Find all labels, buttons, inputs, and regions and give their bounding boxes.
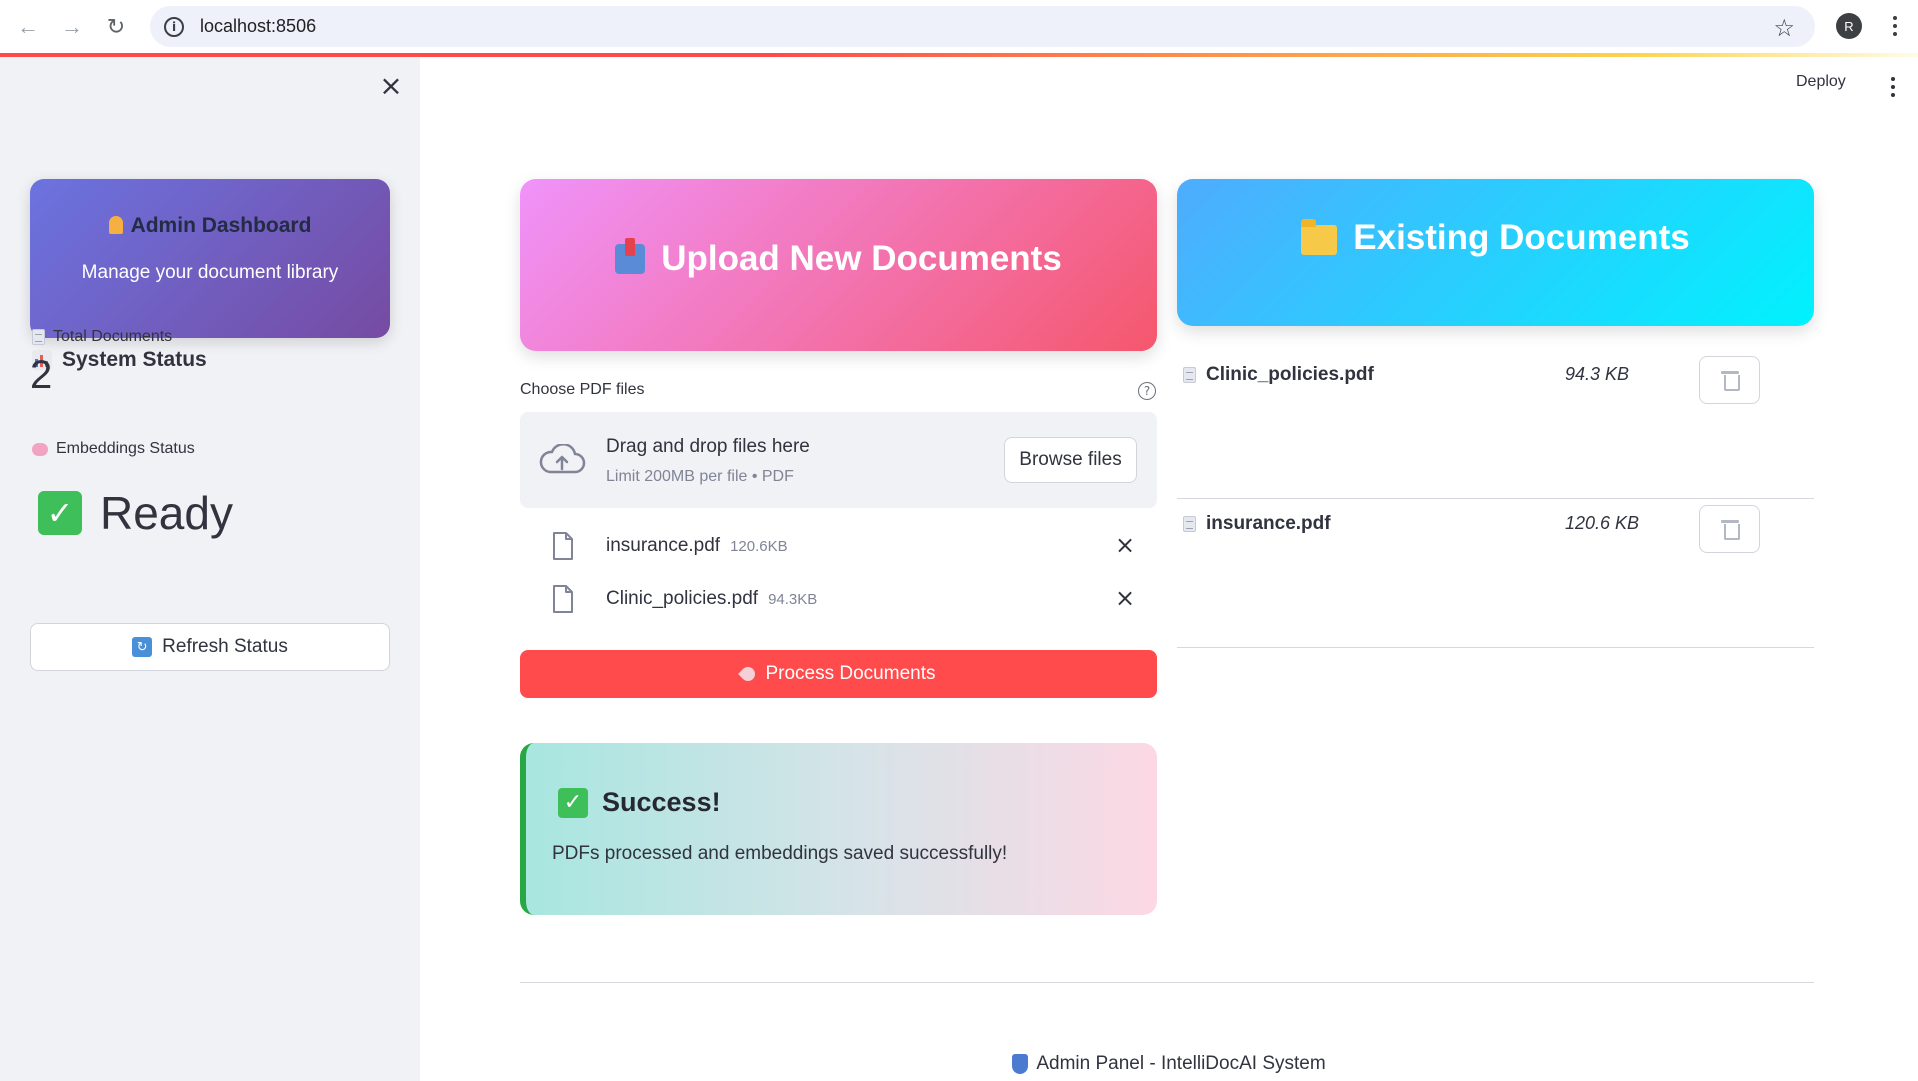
dropzone-limit: Limit 200MB per file • PDF	[606, 468, 794, 485]
file-name-text: insurance.pdf	[606, 535, 721, 556]
existing-documents-banner: Existing Documents	[1177, 179, 1814, 326]
upload-banner: Upload New Documents	[520, 179, 1157, 351]
existing-banner-title: Existing Documents	[1353, 217, 1690, 257]
footer: Admin Panel - IntelliDocAI System	[0, 1053, 1918, 1075]
remove-file-icon[interactable]: ×	[1112, 531, 1138, 559]
system-status-text: System Status	[62, 348, 207, 371]
embeddings-status-value: ✓ Ready	[38, 486, 233, 540]
file-dropzone[interactable]: Drag and drop files here Limit 200MB per…	[520, 412, 1157, 508]
document-icon	[1183, 367, 1196, 383]
document-icon	[32, 329, 45, 345]
embeddings-status-label: Embeddings Status	[32, 440, 195, 458]
uploaded-file-name: insurance.pdf 120.6KB	[606, 535, 788, 557]
delete-document-button[interactable]	[1699, 505, 1760, 553]
embeddings-label-text: Embeddings Status	[56, 440, 195, 457]
person-icon	[108, 216, 123, 234]
inbox-tray-icon	[615, 238, 646, 274]
document-size: 94.3 KB	[1565, 364, 1630, 384]
admin-card-title: Admin Dashboard	[30, 214, 390, 238]
admin-card-subtitle: Manage your document library	[81, 262, 339, 283]
document-icon	[1183, 516, 1196, 532]
document-name: insurance.pdf	[1183, 513, 1331, 535]
process-documents-label: Process Documents	[765, 663, 936, 684]
uploaded-file-row: insurance.pdf 120.6KB ×	[520, 524, 1157, 568]
back-icon[interactable]: ←	[6, 5, 50, 49]
browser-toolbar: ← → ↻ i localhost:8506 ☆ R	[0, 0, 1918, 53]
total-documents-label: Total Documents	[32, 328, 172, 346]
delete-document-button[interactable]	[1699, 356, 1760, 404]
process-documents-button[interactable]: Process Documents	[520, 650, 1157, 698]
refresh-icon: ↻	[132, 637, 153, 657]
success-message: PDFs processed and embeddings saved succ…	[552, 843, 1008, 864]
uploaded-file-row: Clinic_policies.pdf 94.3KB ×	[520, 577, 1157, 621]
check-icon: ✓	[558, 787, 588, 818]
document-name: Clinic_policies.pdf	[1183, 364, 1374, 386]
file-icon	[553, 532, 573, 560]
uploaded-file-name: Clinic_policies.pdf 94.3KB	[606, 588, 817, 610]
folder-icon	[1301, 218, 1338, 255]
admin-dashboard-card: Admin Dashboard Manage your document lib…	[30, 179, 390, 338]
file-icon	[553, 585, 573, 613]
success-title-text: Success!	[602, 787, 721, 817]
total-documents-label-text: Total Documents	[53, 328, 173, 345]
cloud-upload-icon	[539, 444, 586, 474]
url-text[interactable]: localhost:8506	[200, 16, 316, 37]
brain-icon	[32, 442, 48, 456]
document-size: 120.6 KB	[1565, 513, 1640, 533]
check-icon: ✓	[38, 491, 82, 535]
total-documents-value: 2	[30, 353, 53, 397]
file-size-text: 94.3KB	[768, 591, 818, 608]
sidebar: × Admin Dashboard Manage your document l…	[0, 57, 420, 1081]
trash-icon	[1720, 371, 1740, 391]
file-uploader-label: Choose PDF files	[520, 381, 645, 398]
reload-icon[interactable]: ↻	[94, 5, 138, 49]
profile-avatar[interactable]: R	[1836, 13, 1862, 39]
ready-text: Ready	[100, 487, 233, 539]
shield-icon	[1012, 1054, 1029, 1074]
deploy-button[interactable]: Deploy	[1796, 73, 1846, 91]
rocket-icon	[738, 664, 759, 684]
address-bar[interactable]: i localhost:8506 ☆	[150, 6, 1815, 47]
file-name-text: Clinic_policies.pdf	[606, 588, 759, 609]
success-title: ✓ Success!	[558, 787, 721, 818]
bookmark-star-icon[interactable]: ☆	[1773, 14, 1795, 43]
document-list-item: insurance.pdf 120.6 KB	[1177, 499, 1814, 648]
trash-icon	[1720, 520, 1740, 540]
document-list-item: Clinic_policies.pdf 94.3 KB	[1177, 350, 1814, 499]
site-info-icon[interactable]: i	[164, 16, 184, 37]
system-status-heading: System Status	[32, 348, 207, 372]
dropzone-instructions: Drag and drop files here	[606, 436, 810, 457]
browse-files-button[interactable]: Browse files	[1004, 437, 1137, 483]
admin-title-text: Admin Dashboard	[130, 214, 312, 237]
document-name-text: insurance.pdf	[1206, 513, 1331, 534]
refresh-status-button[interactable]: ↻ Refresh Status	[30, 623, 390, 671]
forward-icon[interactable]: →	[50, 5, 94, 49]
refresh-status-label: Refresh Status	[162, 636, 288, 657]
success-message-card: ✓ Success! PDFs processed and embeddings…	[520, 743, 1157, 915]
help-icon[interactable]: ?	[1138, 382, 1156, 400]
footer-divider	[520, 982, 1814, 983]
footer-text: Admin Panel - IntelliDocAI System	[1036, 1053, 1326, 1074]
close-sidebar-icon[interactable]: ×	[378, 72, 404, 100]
upload-banner-title: Upload New Documents	[661, 239, 1062, 278]
app-menu-icon[interactable]	[1888, 76, 1898, 98]
file-size-text: 120.6KB	[730, 538, 788, 555]
remove-file-icon[interactable]: ×	[1112, 584, 1138, 612]
browser-menu-icon[interactable]	[1880, 10, 1910, 42]
document-name-text: Clinic_policies.pdf	[1206, 364, 1374, 385]
